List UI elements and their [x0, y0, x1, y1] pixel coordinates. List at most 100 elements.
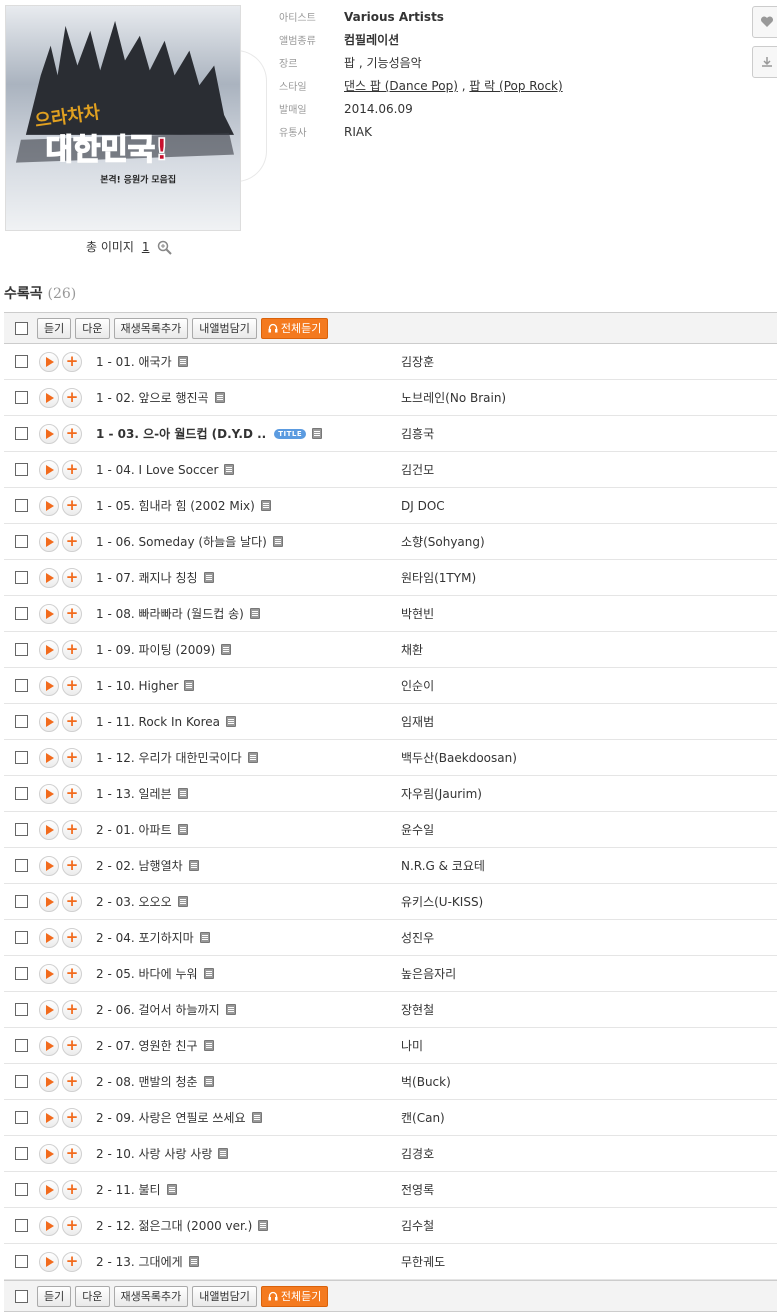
- track-checkbox[interactable]: [15, 967, 28, 980]
- track-title[interactable]: 포기하지마: [139, 929, 194, 946]
- play-button[interactable]: [39, 675, 59, 696]
- add-playlist-button[interactable]: 재생목록추가: [113, 317, 189, 339]
- lyrics-icon[interactable]: [260, 500, 271, 511]
- download-album-button[interactable]: [752, 46, 777, 78]
- track-title[interactable]: 걸어서 하늘까지: [139, 1001, 220, 1018]
- play-button[interactable]: [39, 1071, 59, 1092]
- track-artist[interactable]: 김장훈: [401, 353, 434, 370]
- track-title[interactable]: 앞으로 행진곡: [139, 389, 209, 406]
- lyrics-icon[interactable]: [226, 716, 236, 727]
- track-title[interactable]: 불티: [139, 1181, 161, 1198]
- track-title[interactable]: Someday (하늘을 날다): [139, 533, 267, 550]
- play-button[interactable]: [39, 963, 59, 984]
- lyrics-icon[interactable]: [251, 1112, 262, 1123]
- track-artist[interactable]: 백두산(Baekdoosan): [401, 749, 517, 766]
- lyrics-icon[interactable]: [177, 824, 188, 835]
- add-button[interactable]: +: [62, 999, 82, 1020]
- track-checkbox[interactable]: [15, 391, 28, 404]
- add-button[interactable]: +: [62, 783, 82, 804]
- track-checkbox[interactable]: [15, 931, 28, 944]
- track-checkbox[interactable]: [15, 679, 28, 692]
- play-button[interactable]: [39, 1251, 59, 1272]
- add-button[interactable]: +: [62, 1215, 82, 1236]
- lyrics-icon[interactable]: [272, 536, 283, 547]
- lyrics-icon[interactable]: [184, 680, 195, 691]
- track-artist[interactable]: 원타임(1TYM): [401, 569, 476, 586]
- add-button[interactable]: +: [62, 1071, 82, 1092]
- track-checkbox[interactable]: [15, 463, 28, 476]
- add-button[interactable]: +: [62, 1251, 82, 1272]
- track-title[interactable]: 파이팅 (2009): [139, 641, 216, 658]
- track-artist[interactable]: 유키스(U-KISS): [401, 893, 483, 910]
- style-link-pop-rock[interactable]: 팝 락 (Pop Rock): [469, 79, 562, 93]
- style-link-dance-pop[interactable]: 댄스 팝 (Dance Pop): [344, 79, 458, 93]
- listen-all-button-bottom[interactable]: 전체듣기: [260, 1285, 329, 1307]
- lyrics-icon[interactable]: [199, 932, 210, 943]
- add-button[interactable]: +: [62, 387, 82, 408]
- track-checkbox[interactable]: [15, 895, 28, 908]
- track-checkbox[interactable]: [15, 823, 28, 836]
- download-button[interactable]: 다운: [75, 317, 110, 339]
- track-checkbox[interactable]: [15, 1219, 28, 1232]
- track-title[interactable]: 그대에게: [139, 1253, 183, 1270]
- select-all-checkbox[interactable]: [15, 321, 28, 335]
- listen-button[interactable]: 듣기: [37, 317, 72, 339]
- play-button[interactable]: [39, 711, 59, 732]
- add-playlist-button-bottom[interactable]: 재생목록추가: [113, 1285, 189, 1307]
- lyrics-icon[interactable]: [258, 1220, 269, 1231]
- album-cover[interactable]: 으라차차 대한민국! 본격! 응원가 모음집: [5, 5, 241, 231]
- lyrics-icon[interactable]: [177, 356, 188, 367]
- track-artist[interactable]: 임재범: [401, 713, 434, 730]
- lyrics-icon[interactable]: [177, 896, 188, 907]
- track-checkbox[interactable]: [15, 355, 28, 368]
- add-button[interactable]: +: [62, 1143, 82, 1164]
- track-title[interactable]: 빠라빠라 (월드컵 송): [139, 605, 244, 622]
- track-checkbox[interactable]: [15, 427, 28, 440]
- track-artist[interactable]: 소향(Sohyang): [401, 533, 485, 550]
- track-artist[interactable]: 김수철: [401, 1217, 434, 1234]
- track-checkbox[interactable]: [15, 535, 28, 548]
- track-checkbox[interactable]: [15, 1075, 28, 1088]
- lyrics-icon[interactable]: [214, 392, 225, 403]
- select-all-checkbox-bottom[interactable]: [15, 1289, 28, 1303]
- track-checkbox[interactable]: [15, 1255, 28, 1268]
- lyrics-icon[interactable]: [218, 1148, 229, 1159]
- play-button[interactable]: [39, 783, 59, 804]
- track-title[interactable]: 쾌지나 칭칭: [139, 569, 198, 586]
- add-button[interactable]: +: [62, 459, 82, 480]
- add-button[interactable]: +: [62, 351, 82, 372]
- track-artist[interactable]: 박현빈: [401, 605, 434, 622]
- track-title[interactable]: 으-아 월드컵 (D.Y.D ..: [143, 425, 266, 442]
- track-title[interactable]: Higher: [139, 679, 179, 693]
- play-button[interactable]: [39, 747, 59, 768]
- play-button[interactable]: [39, 891, 59, 912]
- lyrics-icon[interactable]: [249, 608, 260, 619]
- play-button[interactable]: [39, 351, 59, 372]
- track-artist[interactable]: 캔(Can): [401, 1109, 445, 1126]
- image-count-link[interactable]: 1: [142, 240, 150, 254]
- play-button[interactable]: [39, 819, 59, 840]
- play-button[interactable]: [39, 639, 59, 660]
- listen-button-bottom[interactable]: 듣기: [37, 1285, 72, 1307]
- lyrics-icon[interactable]: [203, 1076, 214, 1087]
- add-button[interactable]: +: [62, 1107, 82, 1128]
- lyrics-icon[interactable]: [247, 752, 258, 763]
- play-button[interactable]: [39, 855, 59, 876]
- track-artist[interactable]: 나미: [401, 1037, 423, 1054]
- track-checkbox[interactable]: [15, 607, 28, 620]
- add-button[interactable]: +: [62, 531, 82, 552]
- play-button[interactable]: [39, 495, 59, 516]
- track-title[interactable]: 사랑 사랑 사랑: [139, 1145, 213, 1162]
- add-button[interactable]: +: [62, 423, 82, 444]
- track-title[interactable]: I Love Soccer: [139, 463, 219, 477]
- track-title[interactable]: 영원한 친구: [139, 1037, 198, 1054]
- track-title[interactable]: 바다에 누워: [139, 965, 198, 982]
- add-button[interactable]: +: [62, 711, 82, 732]
- track-artist[interactable]: 장현철: [401, 1001, 434, 1018]
- add-button[interactable]: +: [62, 675, 82, 696]
- track-title[interactable]: 아파트: [139, 821, 172, 838]
- zoom-icon[interactable]: [157, 240, 172, 255]
- like-button[interactable]: [752, 6, 777, 38]
- track-checkbox[interactable]: [15, 751, 28, 764]
- add-button[interactable]: +: [62, 747, 82, 768]
